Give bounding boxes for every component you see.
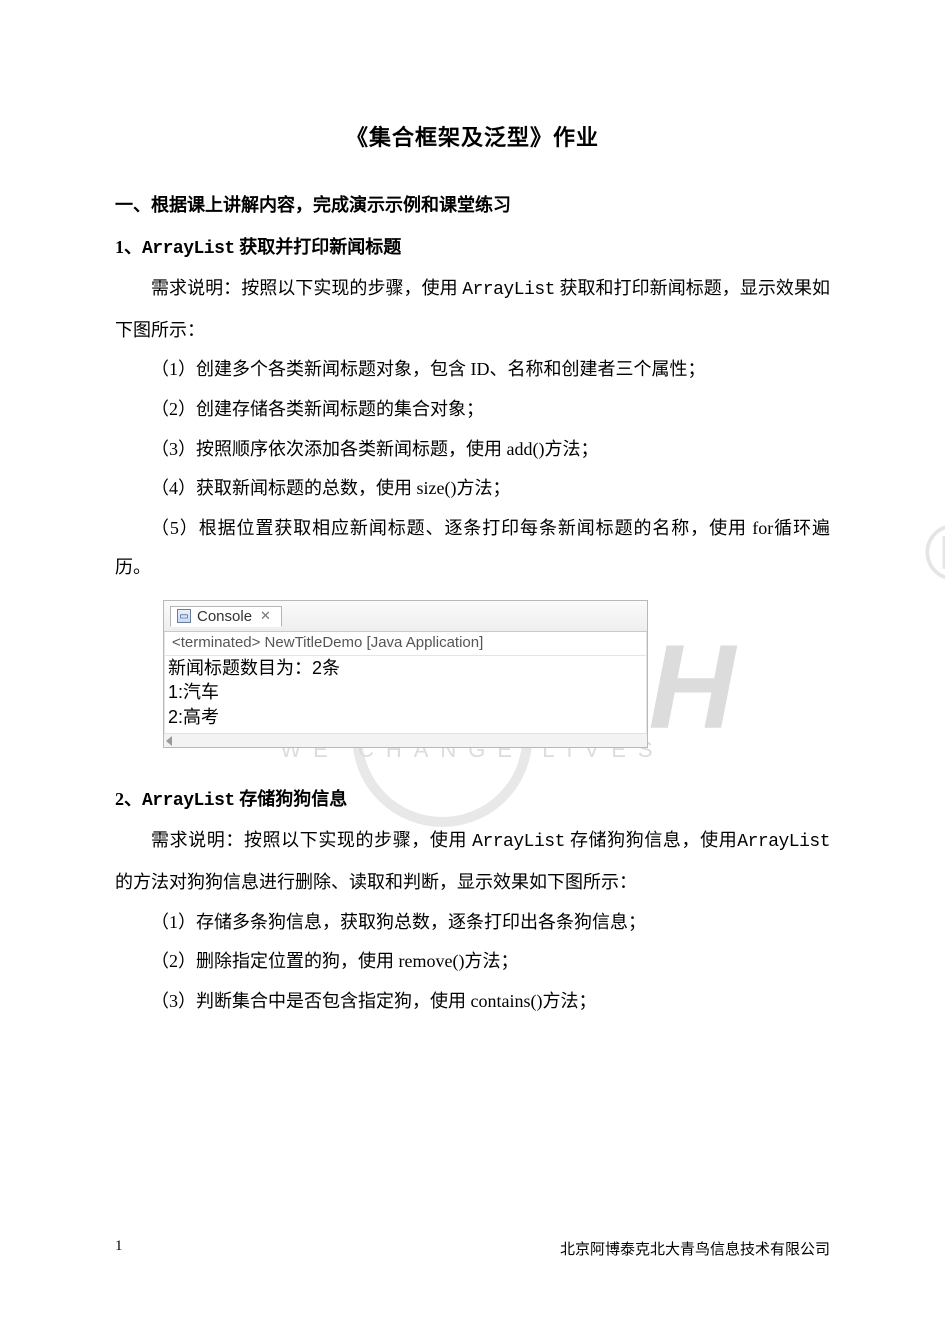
- watermark-registered: ®: [924, 507, 945, 599]
- question-2-heading: 2、ArrayList 存储狗狗信息: [115, 780, 830, 822]
- q1-prefix: 1、: [115, 237, 142, 257]
- q1-code: ArrayList: [142, 239, 235, 259]
- q2-code: ArrayList: [142, 791, 235, 811]
- q1-description: 需求说明：按照以下实现的步骤，使用 ArrayList 获取和打印新闻标题，显示…: [115, 269, 830, 350]
- question-1-heading: 1、ArrayList 获取并打印新闻标题: [115, 228, 830, 270]
- q2-desc-code1: ArrayList: [472, 832, 565, 852]
- q2-desc-b: 存储狗狗信息，使用: [565, 830, 737, 850]
- page-footer: 1 北京阿博泰克北大青鸟信息技术有限公司: [115, 1238, 830, 1259]
- q1-step-4: （4）获取新闻标题的总数，使用 size()方法；: [115, 469, 830, 509]
- console-line: 1:汽车: [168, 680, 643, 704]
- q2-suffix: 存储狗狗信息: [235, 789, 348, 809]
- console-icon: ▭: [177, 609, 191, 623]
- console-line: 新闻标题数目为：2条: [168, 656, 643, 680]
- q1-step-2: （2）创建存储各类新闻标题的集合对象；: [115, 390, 830, 430]
- q2-step-1: （1）存储多条狗信息，获取狗总数，逐条打印出各条狗信息；: [115, 903, 830, 943]
- q2-desc-a: 需求说明：按照以下实现的步骤，使用: [151, 830, 472, 850]
- q2-prefix: 2、: [115, 789, 142, 809]
- console-screenshot: ▭ Console ✕ <terminated> NewTitleDemo [J…: [163, 600, 830, 748]
- q1-step-1: （1）创建多个各类新闻标题对象，包含 ID、名称和创建者三个属性；: [115, 350, 830, 390]
- console-line: 2:高考: [168, 705, 643, 729]
- q2-step-2: （2）删除指定位置的狗，使用 remove()方法；: [115, 942, 830, 982]
- q2-desc-code2: ArrayList: [737, 832, 830, 852]
- q1-desc-code: ArrayList: [462, 280, 555, 300]
- close-icon: ✕: [260, 608, 271, 624]
- console-scrollbar: [164, 733, 647, 747]
- console-tab-bar: ▭ Console ✕: [164, 601, 647, 632]
- console-status-line: <terminated> NewTitleDemo [Java Applicat…: [164, 632, 647, 656]
- q1-step-3: （3）按照顺序依次添加各类新闻标题，使用 add()方法；: [115, 430, 830, 470]
- section-1-heading: 一、根据课上讲解内容，完成演示示例和课堂练习: [115, 186, 830, 226]
- q1-suffix: 获取并打印新闻标题: [235, 237, 402, 257]
- q1-desc-a: 需求说明：按照以下实现的步骤，使用: [151, 278, 462, 298]
- q2-step-3: （3）判断集合中是否包含指定狗，使用 contains()方法；: [115, 982, 830, 1022]
- footer-company: 北京阿博泰克北大青鸟信息技术有限公司: [560, 1238, 830, 1259]
- console-tab-label: Console: [197, 608, 252, 625]
- console-output: 新闻标题数目为：2条 1:汽车 2:高考: [164, 656, 647, 733]
- q2-desc-c: 的方法对狗狗信息进行删除、读取和判断，显示效果如下图所示：: [115, 872, 637, 892]
- q1-step-5: （5）根据位置获取相应新闻标题、逐条打印每条新闻标题的名称，使用 for循环遍历…: [115, 509, 830, 588]
- page-number: 1: [115, 1238, 123, 1259]
- document-title: 《集合框架及泛型》作业: [115, 120, 830, 152]
- q2-description: 需求说明：按照以下实现的步骤，使用 ArrayList 存储狗狗信息，使用Arr…: [115, 821, 830, 902]
